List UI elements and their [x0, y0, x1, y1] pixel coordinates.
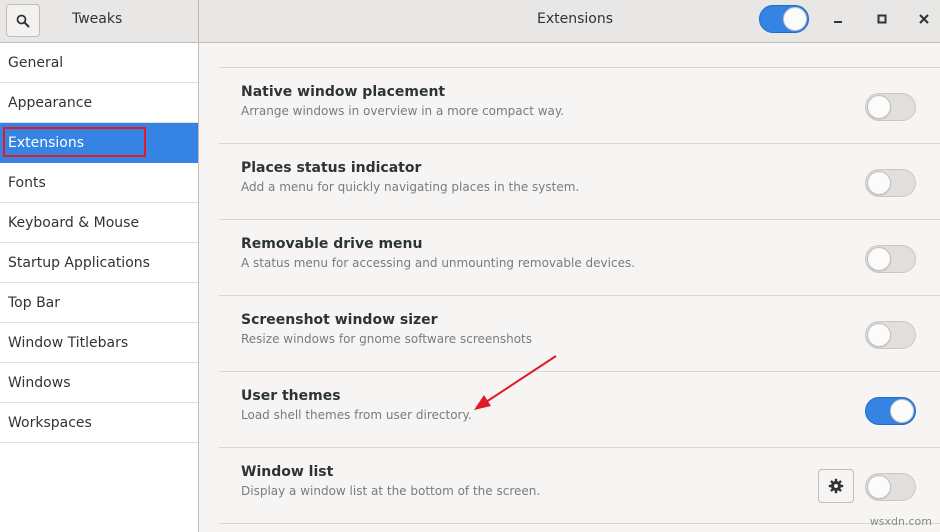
extension-description: Resize windows for gnome software screen…	[241, 332, 533, 346]
close-icon	[919, 14, 929, 24]
switch-knob	[783, 7, 807, 31]
search-button[interactable]	[6, 4, 40, 37]
sidebar-item-label: Fonts	[8, 174, 46, 191]
sidebar-item-label: General	[8, 54, 64, 71]
extension-toggle[interactable]	[865, 245, 916, 273]
sidebar-item-window-titlebars[interactable]: Window Titlebars	[0, 323, 198, 363]
sidebar-item-top-bar[interactable]: Top Bar	[0, 283, 198, 323]
minimize-button[interactable]	[826, 7, 850, 31]
extensions-global-switch[interactable]	[759, 5, 809, 33]
switch-knob	[867, 247, 891, 271]
extension-toggle[interactable]	[865, 397, 916, 425]
list-item-partial	[219, 43, 940, 68]
close-button[interactable]	[912, 7, 936, 31]
page-title: Extensions	[537, 11, 614, 27]
extension-description: A status menu for accessing and unmounti…	[241, 256, 636, 270]
extension-name: Native window placement	[241, 84, 446, 100]
extensions-list: Native window placement Arrange windows …	[219, 43, 940, 524]
sidebar-item-general[interactable]: General	[0, 43, 198, 83]
extension-settings-button[interactable]	[818, 469, 854, 503]
sidebar-item-label: Startup Applications	[8, 254, 150, 271]
sidebar-item-label: Workspaces	[8, 414, 92, 431]
list-item: Window list Display a window list at the…	[219, 448, 940, 524]
search-icon	[16, 14, 30, 27]
extension-description: Load shell themes from user directory.	[241, 408, 472, 422]
extension-toggle[interactable]	[865, 169, 916, 197]
header-bar: Tweaks Extensions	[0, 0, 940, 43]
extension-name: Screenshot window sizer	[241, 312, 438, 328]
sidebar-item-appearance[interactable]: Appearance	[0, 83, 198, 123]
sidebar-item-label: Windows	[8, 374, 71, 391]
list-item: User themes Load shell themes from user …	[219, 372, 940, 448]
sidebar: General Appearance Extensions Fonts Keyb…	[0, 43, 199, 532]
switch-knob	[867, 475, 891, 499]
header-left-section: Tweaks	[0, 0, 199, 43]
maximize-icon	[877, 14, 887, 24]
extension-toggle[interactable]	[865, 473, 916, 501]
sidebar-item-workspaces[interactable]: Workspaces	[0, 403, 198, 443]
extension-name: User themes	[241, 388, 341, 404]
extension-description: Arrange windows in overview in a more co…	[241, 104, 565, 118]
extension-name: Removable drive menu	[241, 236, 423, 252]
sidebar-item-label: Window Titlebars	[8, 334, 129, 351]
list-item: Native window placement Arrange windows …	[219, 68, 940, 144]
maximize-button[interactable]	[870, 7, 894, 31]
extension-description: Display a window list at the bottom of t…	[241, 484, 541, 498]
sidebar-item-fonts[interactable]: Fonts	[0, 163, 198, 203]
list-item: Removable drive menu A status menu for a…	[219, 220, 940, 296]
extension-name: Window list	[241, 464, 334, 480]
sidebar-item-label: Extensions	[8, 134, 85, 151]
extensions-panel: Native window placement Arrange windows …	[200, 43, 940, 532]
sidebar-item-startup-applications[interactable]: Startup Applications	[0, 243, 198, 283]
sidebar-item-label: Keyboard & Mouse	[8, 214, 140, 231]
list-item: Screenshot window sizer Resize windows f…	[219, 296, 940, 372]
extension-toggle[interactable]	[865, 93, 916, 121]
switch-knob	[867, 323, 891, 347]
extension-description: Add a menu for quickly navigating places…	[241, 180, 580, 194]
app-title: Tweaks	[72, 11, 123, 27]
sidebar-item-windows[interactable]: Windows	[0, 363, 198, 403]
list-item: Places status indicator Add a menu for q…	[219, 144, 940, 220]
switch-knob	[867, 95, 891, 119]
sidebar-item-keyboard-mouse[interactable]: Keyboard & Mouse	[0, 203, 198, 243]
extension-toggle[interactable]	[865, 321, 916, 349]
switch-knob	[867, 171, 891, 195]
minimize-icon	[834, 21, 842, 23]
watermark: wsxdn.com	[869, 515, 932, 528]
gear-icon	[828, 478, 844, 494]
sidebar-item-label: Appearance	[8, 94, 93, 111]
sidebar-item-label: Top Bar	[8, 294, 61, 311]
sidebar-item-extensions[interactable]: Extensions	[0, 123, 198, 163]
switch-knob	[890, 399, 914, 423]
extension-name: Places status indicator	[241, 160, 422, 176]
